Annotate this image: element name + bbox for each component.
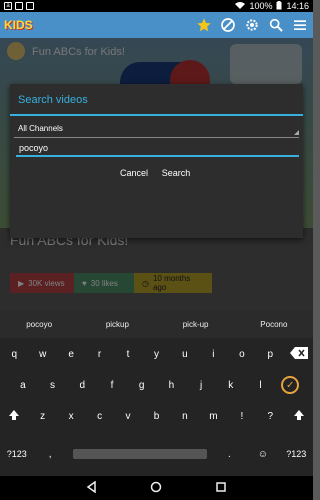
suggestion[interactable]: pickup xyxy=(78,320,156,329)
dialog-title: Search videos xyxy=(18,94,88,106)
emoji-key[interactable]: ☺ xyxy=(246,449,279,460)
keyboard-row-1: q w e r t y u i o p xyxy=(0,340,313,368)
search-icon[interactable] xyxy=(267,16,285,34)
keyboard-row-4: ?123 , . ☺ ?123 xyxy=(0,440,313,468)
suggestion-strip: pocoyo pickup pick-up Pocono xyxy=(0,310,313,338)
key[interactable]: z xyxy=(28,411,56,422)
dialog-divider xyxy=(10,114,303,116)
menu-icon[interactable] xyxy=(291,16,309,34)
key[interactable]: s xyxy=(38,380,68,391)
key[interactable]: e xyxy=(57,349,85,360)
backspace-key[interactable] xyxy=(285,346,313,362)
status-right: 100% 14:16 xyxy=(235,0,309,12)
search-dialog: Search videos All Channels Cancel Search xyxy=(10,84,303,238)
app-logo[interactable]: KIDS xyxy=(4,18,33,32)
channel-select-underline xyxy=(14,137,299,138)
suggestion[interactable]: pocoyo xyxy=(0,320,78,329)
battery-icon xyxy=(276,0,282,12)
key[interactable]: f xyxy=(97,380,127,391)
key[interactable]: k xyxy=(216,380,246,391)
key[interactable]: v xyxy=(114,411,142,422)
key[interactable]: o xyxy=(228,349,256,360)
check-icon: ✓ xyxy=(281,376,300,394)
dropdown-arrow-icon[interactable] xyxy=(294,130,299,135)
shift-key[interactable] xyxy=(0,409,28,424)
star-icon[interactable] xyxy=(195,16,213,34)
app-bar: KIDS xyxy=(0,12,313,38)
key[interactable]: i xyxy=(199,349,227,360)
period-key[interactable]: . xyxy=(213,449,246,460)
recents-icon[interactable] xyxy=(215,481,227,496)
key[interactable]: r xyxy=(85,349,113,360)
keyboard-row-2: a s d f g h j k l ✓ xyxy=(0,371,313,399)
suggestion[interactable]: Pocono xyxy=(235,320,313,329)
symbols-key[interactable]: ?123 xyxy=(280,449,313,459)
cancel-button[interactable]: Cancel xyxy=(114,164,154,182)
key[interactable]: a xyxy=(8,380,38,391)
key[interactable]: l xyxy=(246,380,276,391)
spacebar[interactable] xyxy=(72,449,207,459)
key[interactable]: x xyxy=(57,411,85,422)
amazon-icon: a xyxy=(4,2,12,10)
system-nav-bar xyxy=(0,476,313,500)
enter-key[interactable]: ✓ xyxy=(275,376,305,394)
key[interactable]: m xyxy=(199,411,227,422)
keyboard-row-3: z x c v b n m ! ? xyxy=(0,402,313,430)
clock: 14:16 xyxy=(286,1,309,11)
app-icon xyxy=(26,2,34,10)
key[interactable]: t xyxy=(114,349,142,360)
suggestion[interactable]: pick-up xyxy=(157,320,235,329)
key[interactable]: j xyxy=(186,380,216,391)
key[interactable]: y xyxy=(142,349,170,360)
key[interactable]: h xyxy=(157,380,187,391)
gear-icon[interactable] xyxy=(243,16,261,34)
key[interactable]: q xyxy=(0,349,28,360)
app-bar-actions xyxy=(195,16,309,34)
back-icon[interactable] xyxy=(86,480,98,496)
wifi-icon xyxy=(235,1,246,11)
key[interactable]: w xyxy=(28,349,56,360)
search-button[interactable]: Search xyxy=(156,164,196,182)
battery-level: 100% xyxy=(249,1,273,11)
key[interactable]: g xyxy=(127,380,157,391)
key[interactable]: b xyxy=(142,411,170,422)
key[interactable]: ? xyxy=(256,411,284,422)
search-input[interactable] xyxy=(16,141,299,157)
app-icon xyxy=(15,2,23,10)
key[interactable]: p xyxy=(256,349,284,360)
key[interactable]: c xyxy=(85,411,113,422)
home-icon[interactable] xyxy=(150,481,162,496)
key[interactable]: n xyxy=(171,411,199,422)
key[interactable]: d xyxy=(67,380,97,391)
channel-select[interactable]: All Channels xyxy=(18,124,63,133)
comma-key[interactable]: , xyxy=(33,449,66,460)
status-left-icons: a xyxy=(4,2,34,10)
shift-key[interactable] xyxy=(285,409,313,424)
key[interactable]: u xyxy=(171,349,199,360)
symbols-key[interactable]: ?123 xyxy=(0,449,33,459)
key[interactable]: ! xyxy=(228,411,256,422)
on-screen-keyboard: pocoyo pickup pick-up Pocono q w e r t y… xyxy=(0,310,313,476)
status-bar: a 100% 14:16 xyxy=(0,0,313,12)
block-icon[interactable] xyxy=(219,16,237,34)
